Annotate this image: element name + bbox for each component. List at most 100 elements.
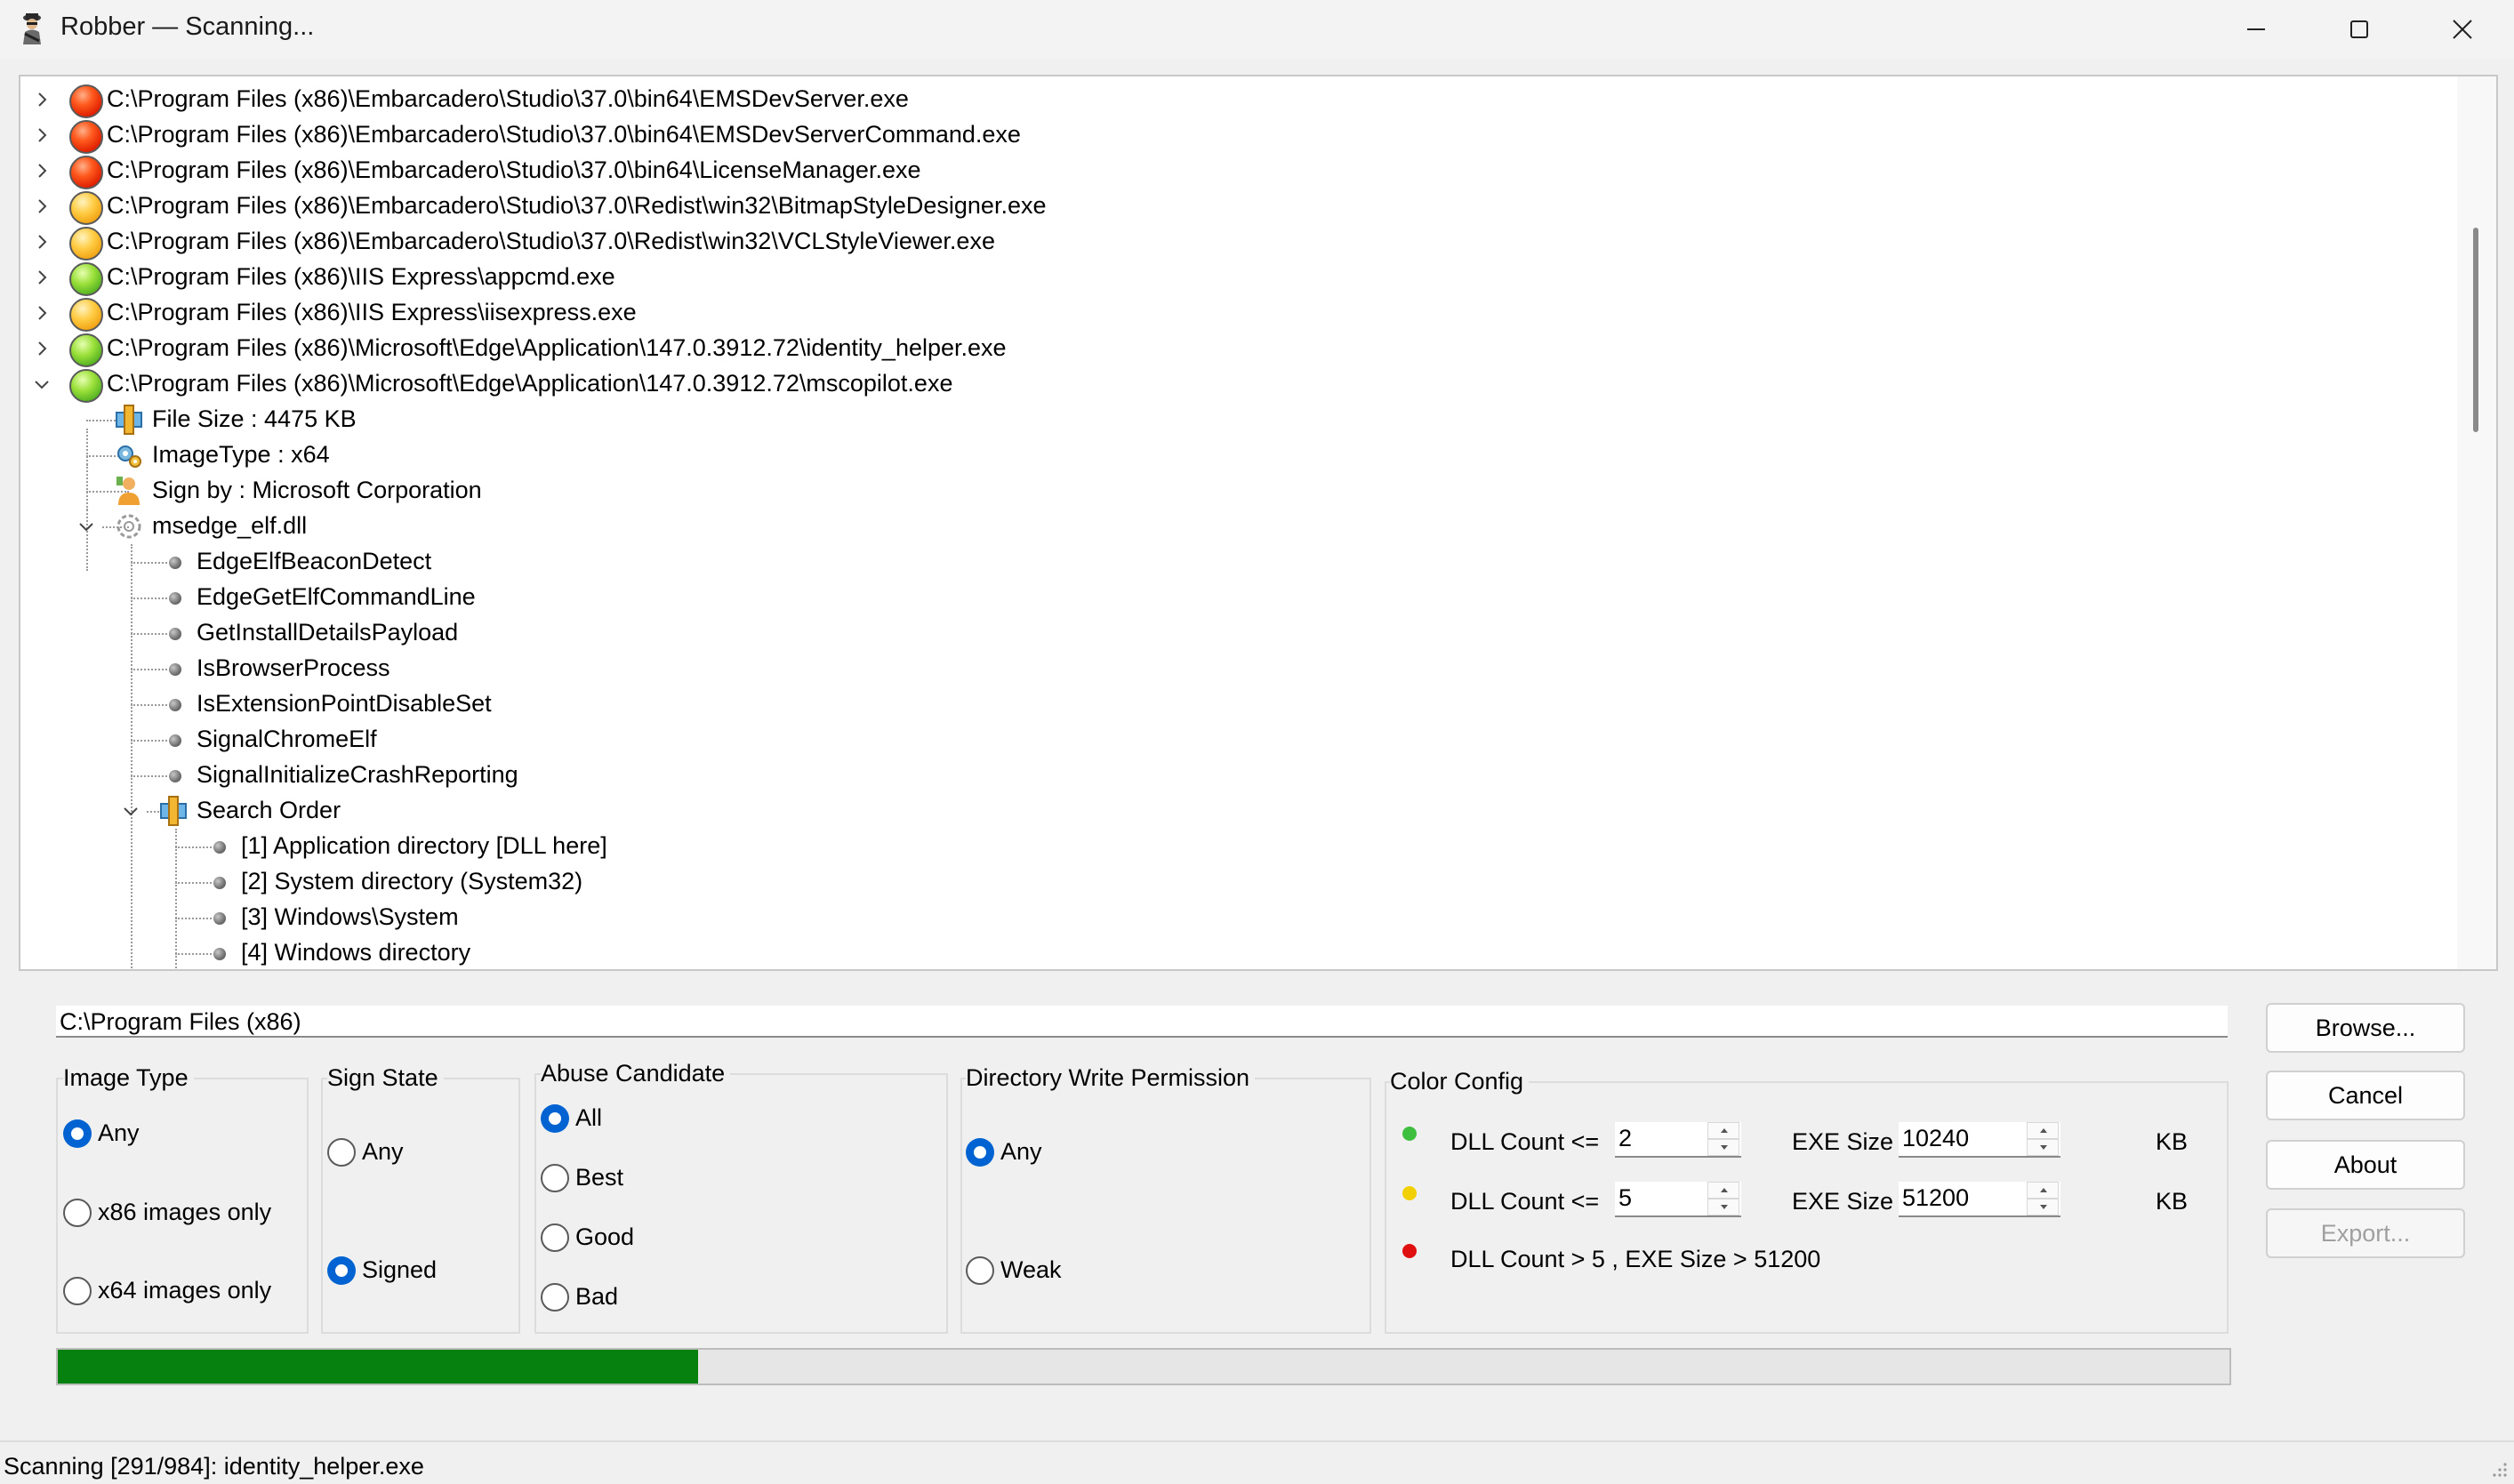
chevron-right-icon[interactable]: [33, 304, 51, 322]
chevron-right-icon[interactable]: [33, 233, 51, 251]
spin-up-icon[interactable]: [2027, 1182, 2059, 1199]
tree-scrollbar[interactable]: [2457, 76, 2496, 969]
spinner-arrows[interactable]: [2027, 1122, 2059, 1156]
image-type-any-label[interactable]: Any: [98, 1119, 140, 1147]
export-name: IsExtensionPointDisableSet: [197, 690, 492, 717]
export-button[interactable]: Export...: [2266, 1208, 2465, 1258]
status-orange-icon: [69, 191, 103, 225]
browse-button[interactable]: Browse...: [2266, 1003, 2465, 1053]
sign-state-title: Sign State: [327, 1064, 444, 1092]
about-button[interactable]: About: [2266, 1140, 2465, 1190]
tree-connector: [175, 918, 218, 919]
status-green-icon: [69, 333, 103, 367]
chevron-down-icon[interactable]: [77, 517, 95, 535]
bullet-icon: [169, 592, 181, 605]
abuse-bad-label[interactable]: Bad: [575, 1283, 618, 1311]
dll-gear-icon: [116, 514, 141, 539]
tree-connector: [131, 740, 173, 742]
search-entry: [3] Windows\System: [241, 903, 459, 930]
spinner-arrows[interactable]: [2027, 1182, 2059, 1215]
dir-write-any-radio[interactable]: [966, 1138, 994, 1167]
maximize-button[interactable]: [2308, 0, 2411, 59]
yellow-exe-value[interactable]: 51200: [1902, 1184, 1969, 1212]
dir-write-weak-label[interactable]: Weak: [1000, 1256, 1062, 1284]
yellow-kb-unit: KB: [2156, 1188, 2189, 1215]
abuse-best-label[interactable]: Best: [575, 1164, 623, 1191]
maximize-icon: [2350, 20, 2368, 38]
chevron-right-icon[interactable]: [33, 126, 51, 144]
sign-state-group: [321, 1078, 520, 1334]
cancel-button[interactable]: Cancel: [2266, 1071, 2465, 1120]
dir-write-weak-radio[interactable]: [966, 1256, 994, 1285]
export-name: GetInstallDetailsPayload: [197, 619, 459, 646]
exe-path: C:\Program Files (x86)\Microsoft\Edge\Ap…: [107, 370, 953, 397]
chevron-down-icon[interactable]: [122, 802, 140, 820]
spinner-arrows[interactable]: [1707, 1182, 1739, 1215]
close-button[interactable]: [2411, 0, 2514, 59]
yellow-dll-spinner[interactable]: 5: [1615, 1182, 1741, 1217]
green-dll-spinner[interactable]: 2: [1615, 1122, 1741, 1158]
tree-connector: [131, 598, 173, 599]
spin-down-icon[interactable]: [1707, 1199, 1739, 1215]
minimize-button[interactable]: [2205, 0, 2308, 59]
search-entry: [2] System directory (System32): [241, 868, 583, 894]
abuse-all-label[interactable]: All: [575, 1104, 602, 1132]
image-type-any-radio[interactable]: [63, 1119, 92, 1148]
close-icon: [2453, 20, 2472, 39]
spin-up-icon[interactable]: [2027, 1122, 2059, 1139]
resize-grip-icon[interactable]: [2491, 1461, 2509, 1479]
spin-up-icon[interactable]: [1707, 1122, 1739, 1139]
spin-down-icon[interactable]: [1707, 1139, 1739, 1156]
spin-up-icon[interactable]: [1707, 1182, 1739, 1199]
sign-state-any-radio[interactable]: [327, 1138, 356, 1167]
image-type-x64-radio[interactable]: [63, 1277, 92, 1305]
chevron-down-icon[interactable]: [33, 375, 51, 393]
image-type-x86-radio[interactable]: [63, 1199, 92, 1227]
sign-state-signed-radio[interactable]: [327, 1256, 356, 1285]
spin-down-icon[interactable]: [2027, 1199, 2059, 1215]
abuse-good-radio[interactable]: [541, 1223, 569, 1252]
path-input[interactable]: C:\Program Files (x86): [56, 1006, 2228, 1038]
file-size-icon: [116, 405, 142, 435]
green-exe-value[interactable]: 10240: [1902, 1125, 1969, 1152]
gears-icon: [117, 445, 141, 468]
tree-connector: [131, 669, 173, 670]
sign-state-signed-label[interactable]: Signed: [362, 1256, 437, 1284]
dir-write-any-label[interactable]: Any: [1000, 1138, 1042, 1166]
image-type-x86-label[interactable]: x86 images only: [98, 1199, 271, 1226]
chevron-right-icon[interactable]: [33, 162, 51, 180]
green-dll-label: DLL Count <=: [1450, 1128, 1600, 1155]
export-name: IsBrowserProcess: [197, 654, 390, 681]
abuse-best-radio[interactable]: [541, 1164, 569, 1192]
chevron-right-icon[interactable]: [33, 197, 51, 215]
progress-fill: [58, 1350, 699, 1384]
chevron-right-icon[interactable]: [33, 269, 51, 286]
bullet-icon: [169, 770, 181, 782]
search-entry: [4] Windows directory: [241, 939, 471, 966]
spinner-arrows[interactable]: [1707, 1122, 1739, 1156]
sign-state-any-label[interactable]: Any: [362, 1138, 404, 1166]
tree-connector: [175, 882, 218, 884]
yellow-exe-spinner[interactable]: 51200: [1899, 1182, 2060, 1217]
status-text: Scanning [291/984]: identity_helper.exe: [4, 1453, 424, 1480]
tree-connector: [86, 429, 88, 510]
exe-path: C:\Program Files (x86)\Embarcadero\Studi…: [107, 156, 921, 183]
results-tree[interactable]: C:\Program Files (x86)\Embarcadero\Studi…: [19, 75, 2498, 971]
scrollbar-thumb[interactable]: [2473, 228, 2478, 432]
spin-down-icon[interactable]: [2027, 1139, 2059, 1156]
green-exe-spinner[interactable]: 10240: [1899, 1122, 2060, 1158]
image-type-x64-label[interactable]: x64 images only: [98, 1277, 271, 1304]
abuse-all-radio[interactable]: [541, 1104, 569, 1133]
exe-path: C:\Program Files (x86)\Embarcadero\Studi…: [107, 121, 1021, 148]
chevron-right-icon[interactable]: [33, 340, 51, 357]
image-type-label: ImageType : x64: [152, 441, 330, 468]
abuse-good-label[interactable]: Good: [575, 1223, 634, 1251]
green-dll-value[interactable]: 2: [1618, 1125, 1632, 1152]
chevron-right-icon[interactable]: [33, 91, 51, 108]
abuse-bad-radio[interactable]: [541, 1283, 569, 1312]
exe-path: C:\Program Files (x86)\Microsoft\Edge\Ap…: [107, 334, 1007, 361]
yellow-dll-value[interactable]: 5: [1618, 1184, 1632, 1212]
exe-path: C:\Program Files (x86)\IIS Express\appcm…: [107, 263, 615, 290]
tree-connector: [175, 846, 218, 848]
status-orange-icon: [69, 298, 103, 332]
